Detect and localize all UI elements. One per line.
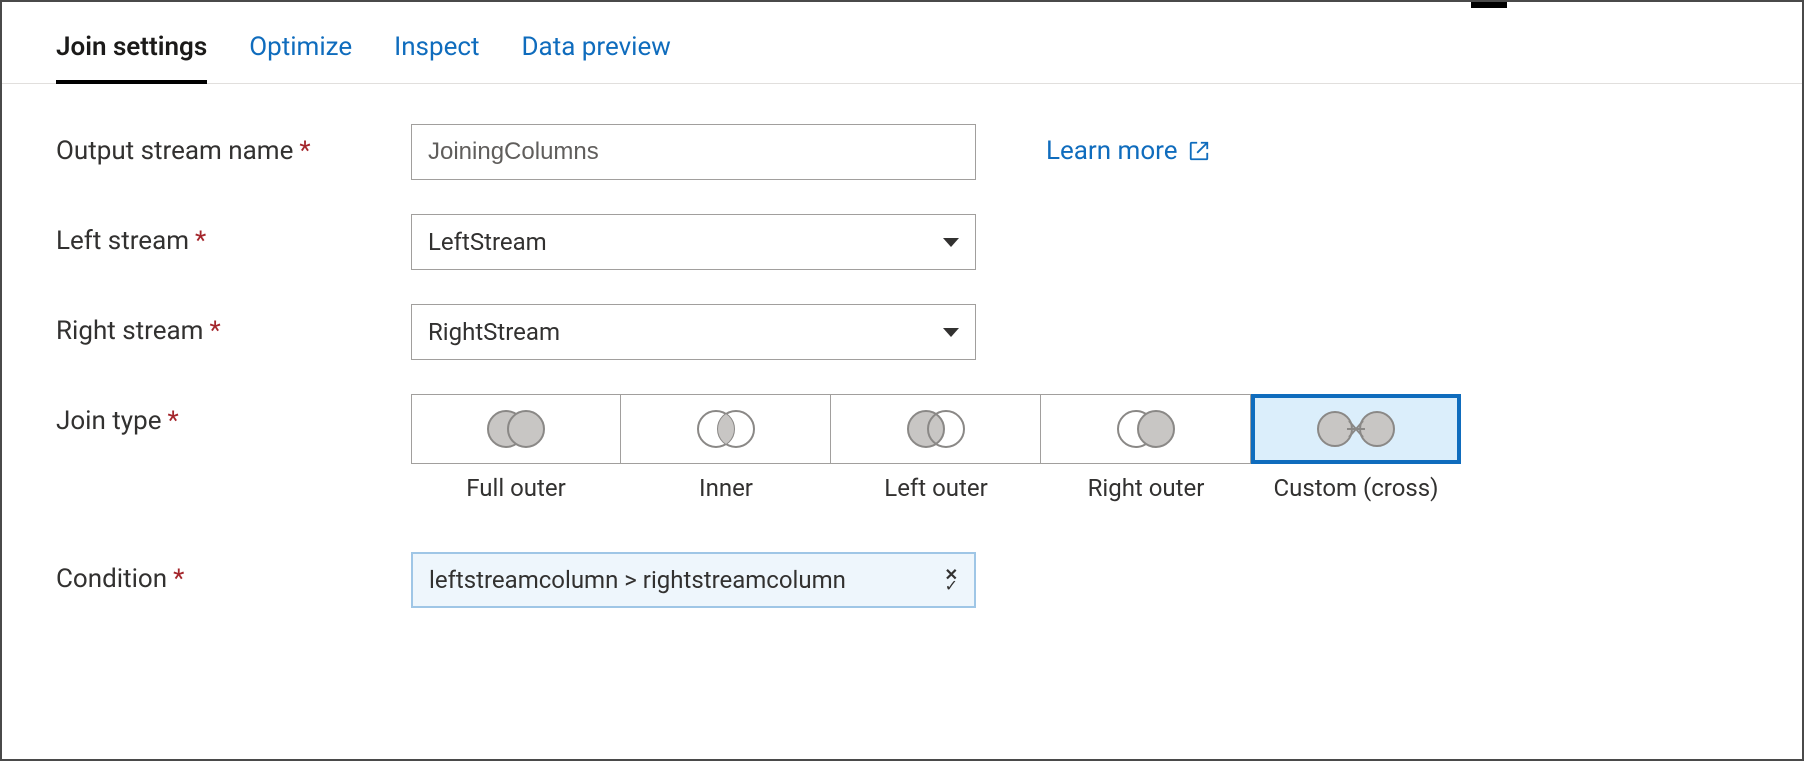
condition-input[interactable]: leftstreamcolumn > rightstreamcolumn ✕ ✓ xyxy=(411,552,976,608)
left-stream-select[interactable]: LeftStream xyxy=(411,214,976,270)
join-type-left-outer-label: Left outer xyxy=(831,474,1041,502)
settings-panel: Join settings Optimize Inspect Data prev… xyxy=(0,0,1804,761)
required-asterisk: * xyxy=(173,564,184,594)
tab-inspect[interactable]: Inspect xyxy=(394,32,479,83)
required-asterisk: * xyxy=(209,316,220,346)
join-type-right-outer[interactable]: Right outer xyxy=(1041,394,1251,502)
join-type-right-outer-label: Right outer xyxy=(1041,474,1251,502)
venn-inner-icon xyxy=(686,407,766,451)
form-content: Output stream name* Learn more Left stre… xyxy=(2,84,1802,608)
join-type-options: Full outer Inner xyxy=(411,394,1461,502)
required-asterisk: * xyxy=(195,226,206,256)
confirm-icon[interactable]: ✓ xyxy=(945,580,958,591)
tab-bar: Join settings Optimize Inspect Data prev… xyxy=(2,2,1802,84)
tab-data-preview[interactable]: Data preview xyxy=(521,32,670,83)
venn-cross-icon xyxy=(1311,407,1401,451)
learn-more-link[interactable]: Learn more xyxy=(1046,124,1210,166)
join-type-left-outer[interactable]: Left outer xyxy=(831,394,1041,502)
condition-value: leftstreamcolumn > rightstreamcolumn xyxy=(429,566,846,594)
join-type-custom-cross-label: Custom (cross) xyxy=(1251,474,1461,502)
tab-join-settings[interactable]: Join settings xyxy=(56,32,207,84)
join-type-inner[interactable]: Inner xyxy=(621,394,831,502)
venn-full-outer-icon xyxy=(476,407,556,451)
row-right-stream: Right stream* RightStream xyxy=(56,304,1748,360)
row-output-stream: Output stream name* Learn more xyxy=(56,124,1748,180)
condition-actions: ✕ ✓ xyxy=(945,569,958,591)
venn-left-outer-icon xyxy=(896,407,976,451)
join-type-full-outer-label: Full outer xyxy=(411,474,621,502)
left-stream-value: LeftStream xyxy=(428,228,547,256)
external-link-icon xyxy=(1188,140,1210,162)
row-left-stream: Left stream* LeftStream xyxy=(56,214,1748,270)
venn-right-outer-icon xyxy=(1106,407,1186,451)
output-stream-label: Output stream name* xyxy=(56,124,411,166)
right-stream-label: Right stream* xyxy=(56,304,411,346)
window-handle xyxy=(1471,2,1507,8)
join-type-inner-label: Inner xyxy=(621,474,831,502)
join-type-full-outer[interactable]: Full outer xyxy=(411,394,621,502)
output-stream-input[interactable] xyxy=(411,124,976,180)
condition-label: Condition* xyxy=(56,552,411,594)
row-condition: Condition* leftstreamcolumn > rightstrea… xyxy=(56,552,1748,608)
join-type-label: Join type* xyxy=(56,394,411,436)
chevron-down-icon xyxy=(943,328,959,337)
right-stream-value: RightStream xyxy=(428,318,560,346)
required-asterisk: * xyxy=(299,136,310,166)
join-type-custom-cross[interactable]: Custom (cross) xyxy=(1251,394,1461,502)
right-stream-select[interactable]: RightStream xyxy=(411,304,976,360)
chevron-down-icon xyxy=(943,238,959,247)
tab-optimize[interactable]: Optimize xyxy=(249,32,352,83)
left-stream-label: Left stream* xyxy=(56,214,411,256)
required-asterisk: * xyxy=(168,406,179,436)
row-join-type: Join type* Full outer xyxy=(56,394,1748,502)
